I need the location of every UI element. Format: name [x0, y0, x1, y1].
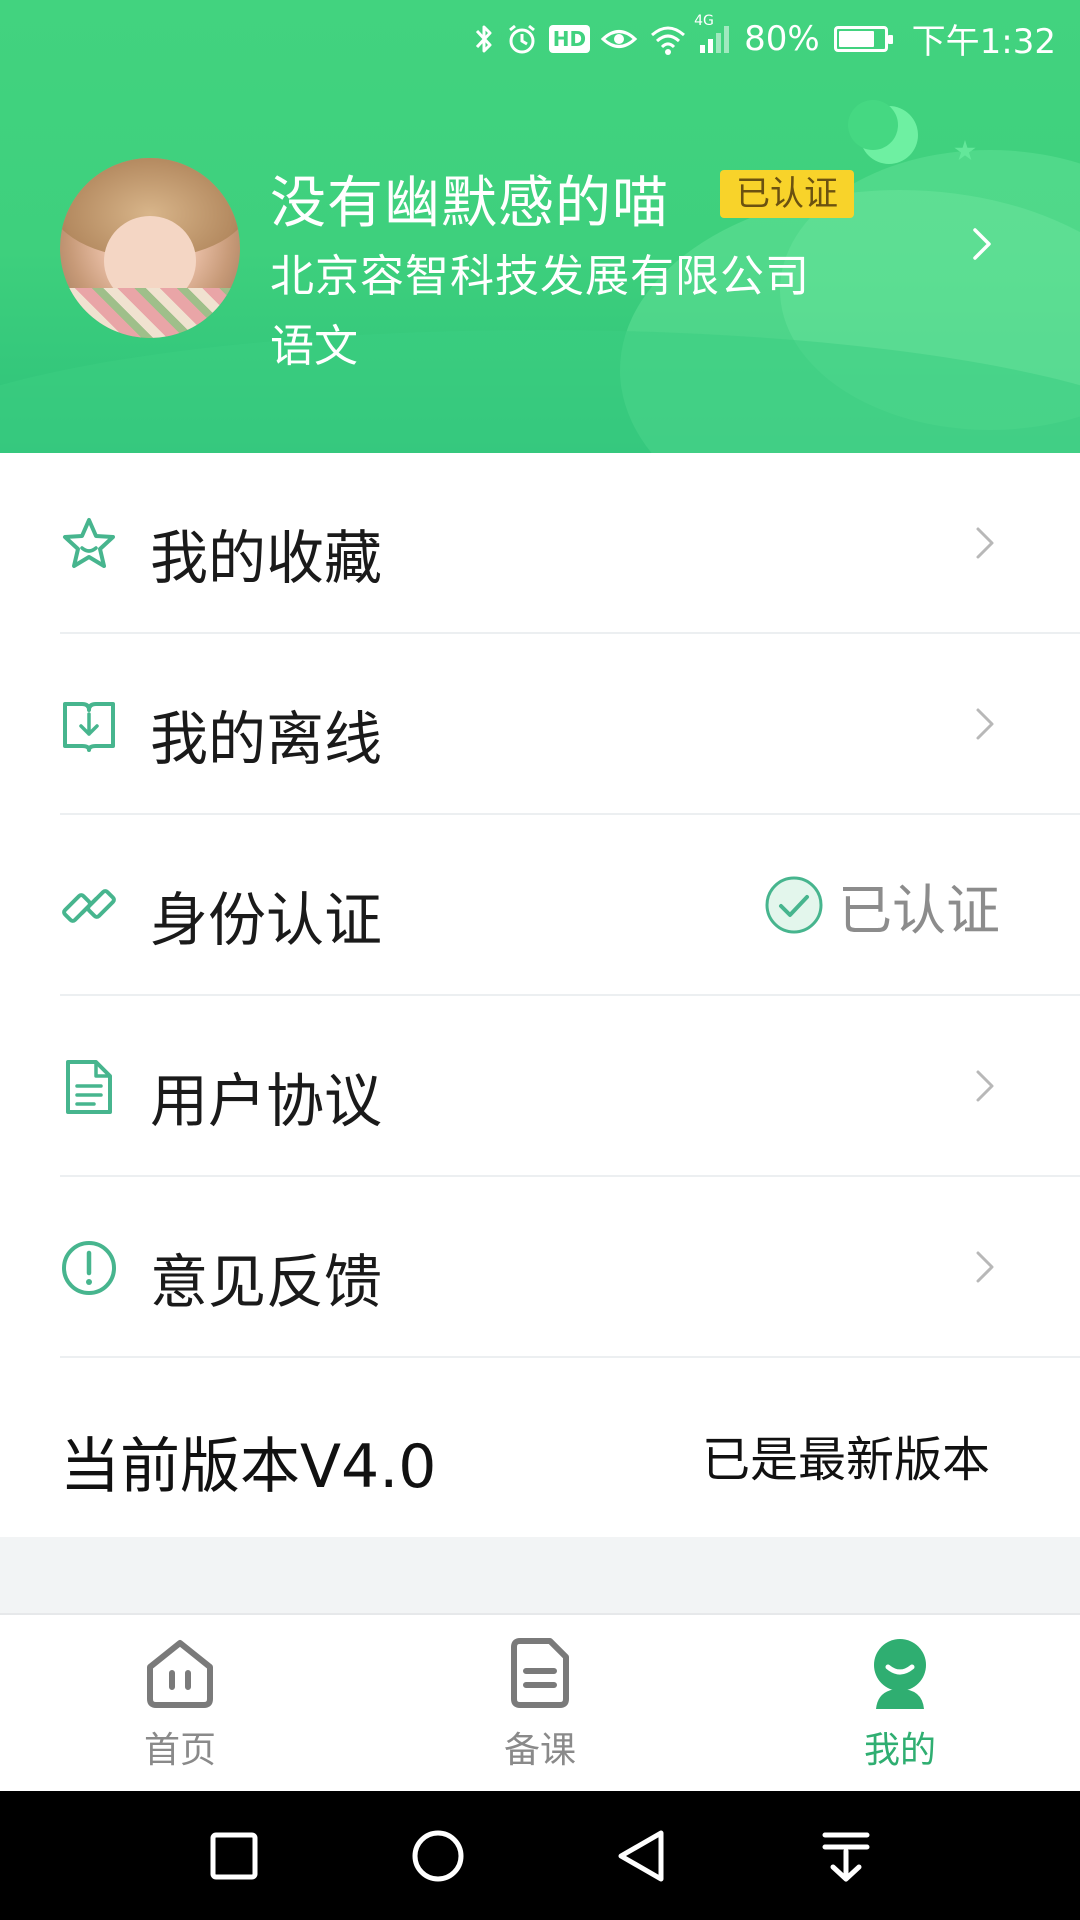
star-icon: [60, 515, 118, 573]
menu-item-label: 意见反馈: [150, 1248, 383, 1316]
exclamation-circle-icon: [60, 1239, 118, 1297]
section-separator: [0, 1537, 1080, 1613]
tab-label: 备课: [503, 1730, 576, 1771]
bluetooth-icon: [473, 22, 495, 56]
battery-percent: 80%: [744, 18, 820, 59]
profile-header: HD 4G 80% 下午1:32 没有幽默感的喵 已认证 北京容智科技发展有限公…: [0, 0, 1080, 453]
home-icon: [140, 1633, 220, 1713]
tab-label: 首页: [143, 1730, 216, 1771]
chevron-right-icon: [966, 1247, 1002, 1287]
lesson-prep-icon: [500, 1633, 580, 1713]
alarm-icon: [505, 22, 539, 56]
chevron-right-icon: [966, 523, 1002, 563]
signal-icon: 4G: [694, 13, 734, 55]
verified-badge: 已认证: [720, 170, 854, 218]
profile-company: 北京容智科技发展有限公司: [270, 251, 810, 302]
check-circle-icon: [764, 875, 824, 935]
verification-status-text: 已认证: [838, 878, 1000, 942]
version-label: 当前版本V4.0: [60, 1432, 437, 1502]
chevron-right-icon: [966, 1066, 1002, 1106]
back-button[interactable]: [607, 1821, 677, 1891]
offline-book-icon: [60, 696, 118, 754]
menu-item-user-agreement[interactable]: 用户协议: [0, 996, 1080, 1177]
document-icon: [60, 1058, 118, 1116]
menu-item-label: 身份认证: [150, 886, 383, 954]
menu-item-label: 我的离线: [150, 705, 383, 773]
tab-lesson-prep[interactable]: 备课: [360, 1615, 720, 1793]
menu-item-identity-verification[interactable]: 身份认证 已认证: [0, 815, 1080, 996]
avatar[interactable]: [60, 158, 240, 338]
link-icon: [60, 877, 118, 935]
tab-label: 我的: [863, 1730, 936, 1771]
menu-item-favorites[interactable]: 我的收藏: [0, 453, 1080, 634]
status-bar: HD 4G 80% 下午1:32: [0, 0, 1080, 72]
chevron-right-icon: [966, 704, 1002, 744]
menu-item-feedback[interactable]: 意见反馈: [0, 1177, 1080, 1358]
wifi-icon: [648, 23, 688, 55]
menu-item-label: 用户协议: [150, 1067, 383, 1135]
version-status: 已是最新版本: [701, 1432, 990, 1488]
tab-profile[interactable]: 我的: [720, 1615, 1080, 1793]
verification-status: 已认证: [764, 873, 1000, 942]
system-navigation-bar: [0, 1791, 1080, 1920]
profile-name: 没有幽默感的喵: [270, 171, 669, 236]
battery-icon: [833, 25, 893, 52]
profile-icon: [860, 1633, 940, 1713]
eye-icon: [600, 24, 638, 54]
menu-item-label: 我的收藏: [150, 524, 383, 592]
settings-menu: 我的收藏 我的离线 身份认证 已认证 用户协议 意见反馈 当前版本V4.0 已是…: [0, 453, 1080, 1539]
menu-item-offline[interactable]: 我的离线: [0, 634, 1080, 815]
hd-icon: HD: [548, 24, 591, 53]
clock-time: 下午1:32: [911, 22, 1056, 62]
bottom-tab-bar: 首页 备课 我的: [0, 1613, 1080, 1791]
profile-subject: 语文: [270, 321, 358, 372]
tab-home[interactable]: 首页: [0, 1615, 360, 1793]
battery-level: [838, 30, 874, 47]
chevron-right-icon[interactable]: [960, 222, 1004, 266]
home-button[interactable]: [403, 1821, 473, 1891]
version-row[interactable]: 当前版本V4.0 已是最新版本: [0, 1358, 1080, 1539]
recent-apps-button[interactable]: [199, 1821, 269, 1891]
notification-pulldown-button[interactable]: [811, 1821, 881, 1891]
